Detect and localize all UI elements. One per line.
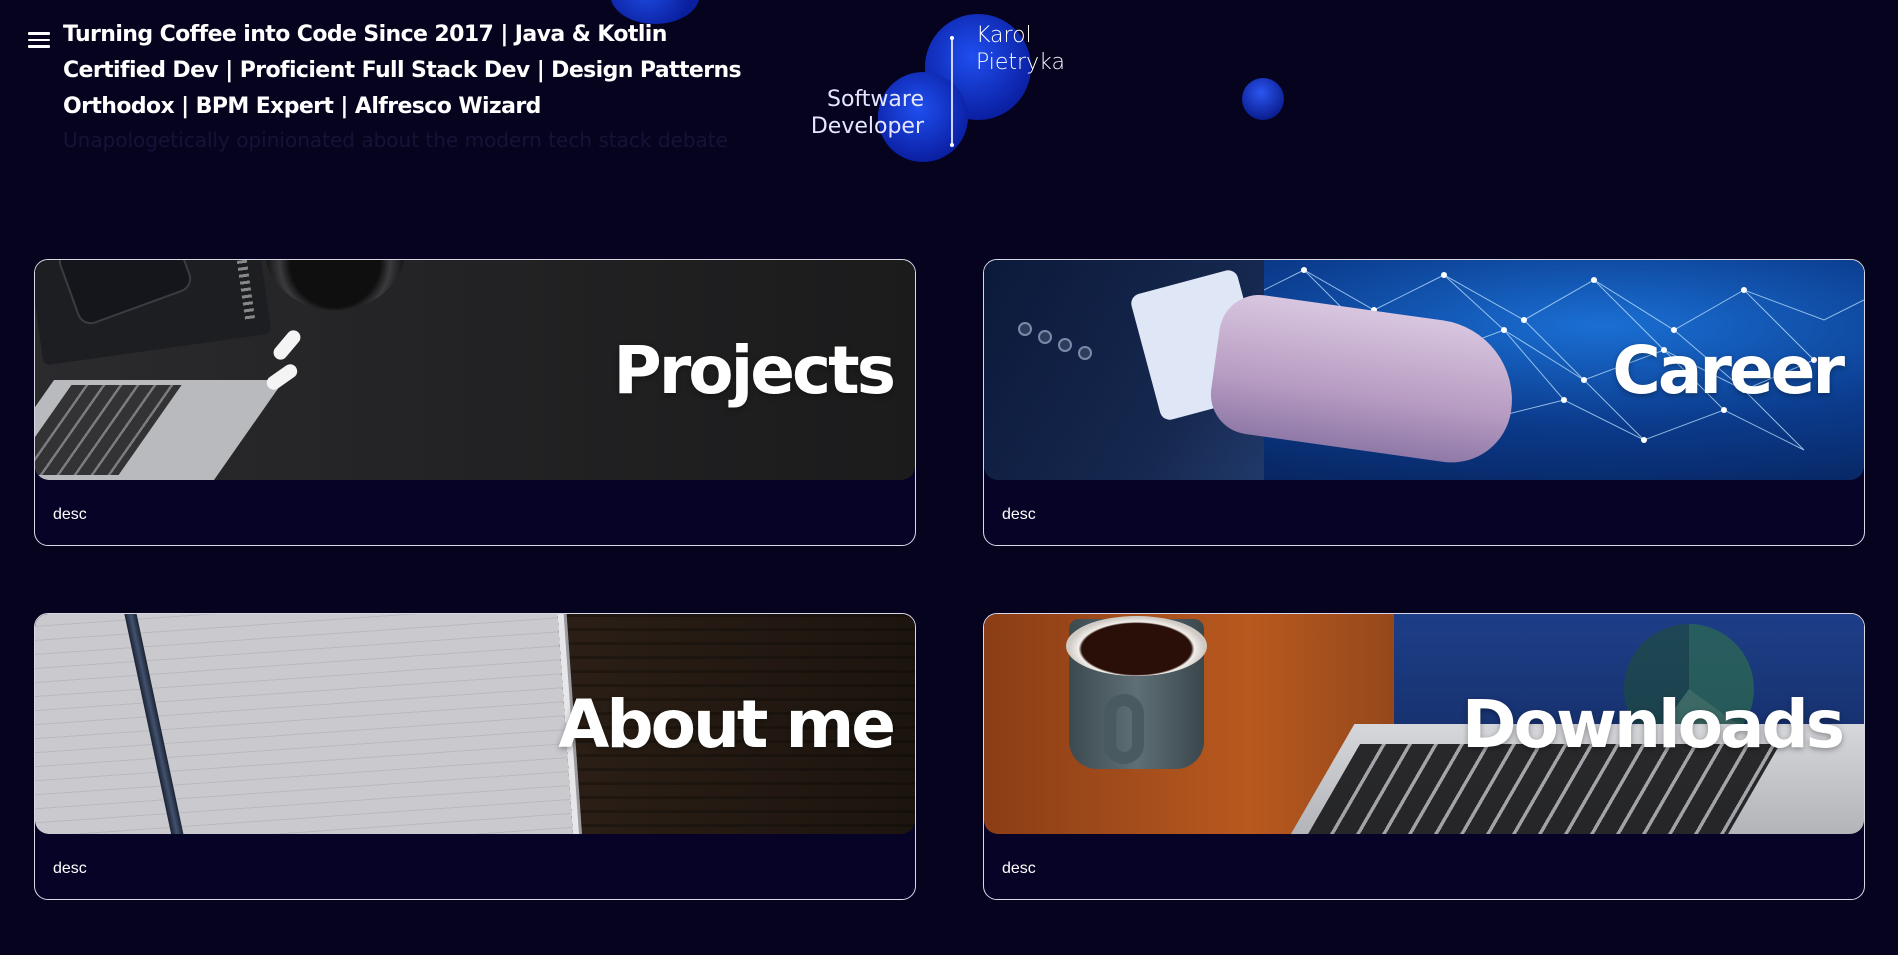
logo-divider	[951, 38, 953, 146]
logo-dot	[950, 36, 954, 40]
card-description: desc	[53, 860, 87, 877]
card-banner-image: Downloads	[984, 614, 1864, 834]
card-career[interactable]: Career desc	[983, 259, 1865, 546]
card-title: About me	[558, 686, 896, 763]
card-description: desc	[53, 506, 87, 523]
card-projects[interactable]: Projects desc	[34, 259, 916, 546]
header-tagline-faded: Unapologetically opinionated about the m…	[63, 128, 728, 152]
card-title: Projects	[613, 332, 896, 409]
card-title: Career	[1612, 332, 1845, 409]
logo-role: Software Developer	[810, 87, 924, 139]
card-description: desc	[1002, 506, 1036, 523]
card-banner-image: About me	[35, 614, 915, 834]
card-downloads[interactable]: Downloads desc	[983, 613, 1865, 900]
card-title: Downloads	[1461, 686, 1845, 763]
card-banner-image: Projects	[35, 260, 915, 480]
logo-dot	[950, 143, 954, 147]
card-description: desc	[1002, 860, 1036, 877]
decorative-orb	[1242, 78, 1284, 120]
logo-name: Karol Pietryka	[976, 23, 1065, 75]
header-tagline: Turning Coffee into Code Since 2017 | Ja…	[63, 22, 742, 119]
hamburger-menu-icon[interactable]	[28, 32, 52, 52]
card-about-me[interactable]: About me desc	[34, 613, 916, 900]
page: Turning Coffee into Code Since 2017 | Ja…	[0, 0, 1898, 955]
card-banner-image: Career	[984, 260, 1864, 480]
